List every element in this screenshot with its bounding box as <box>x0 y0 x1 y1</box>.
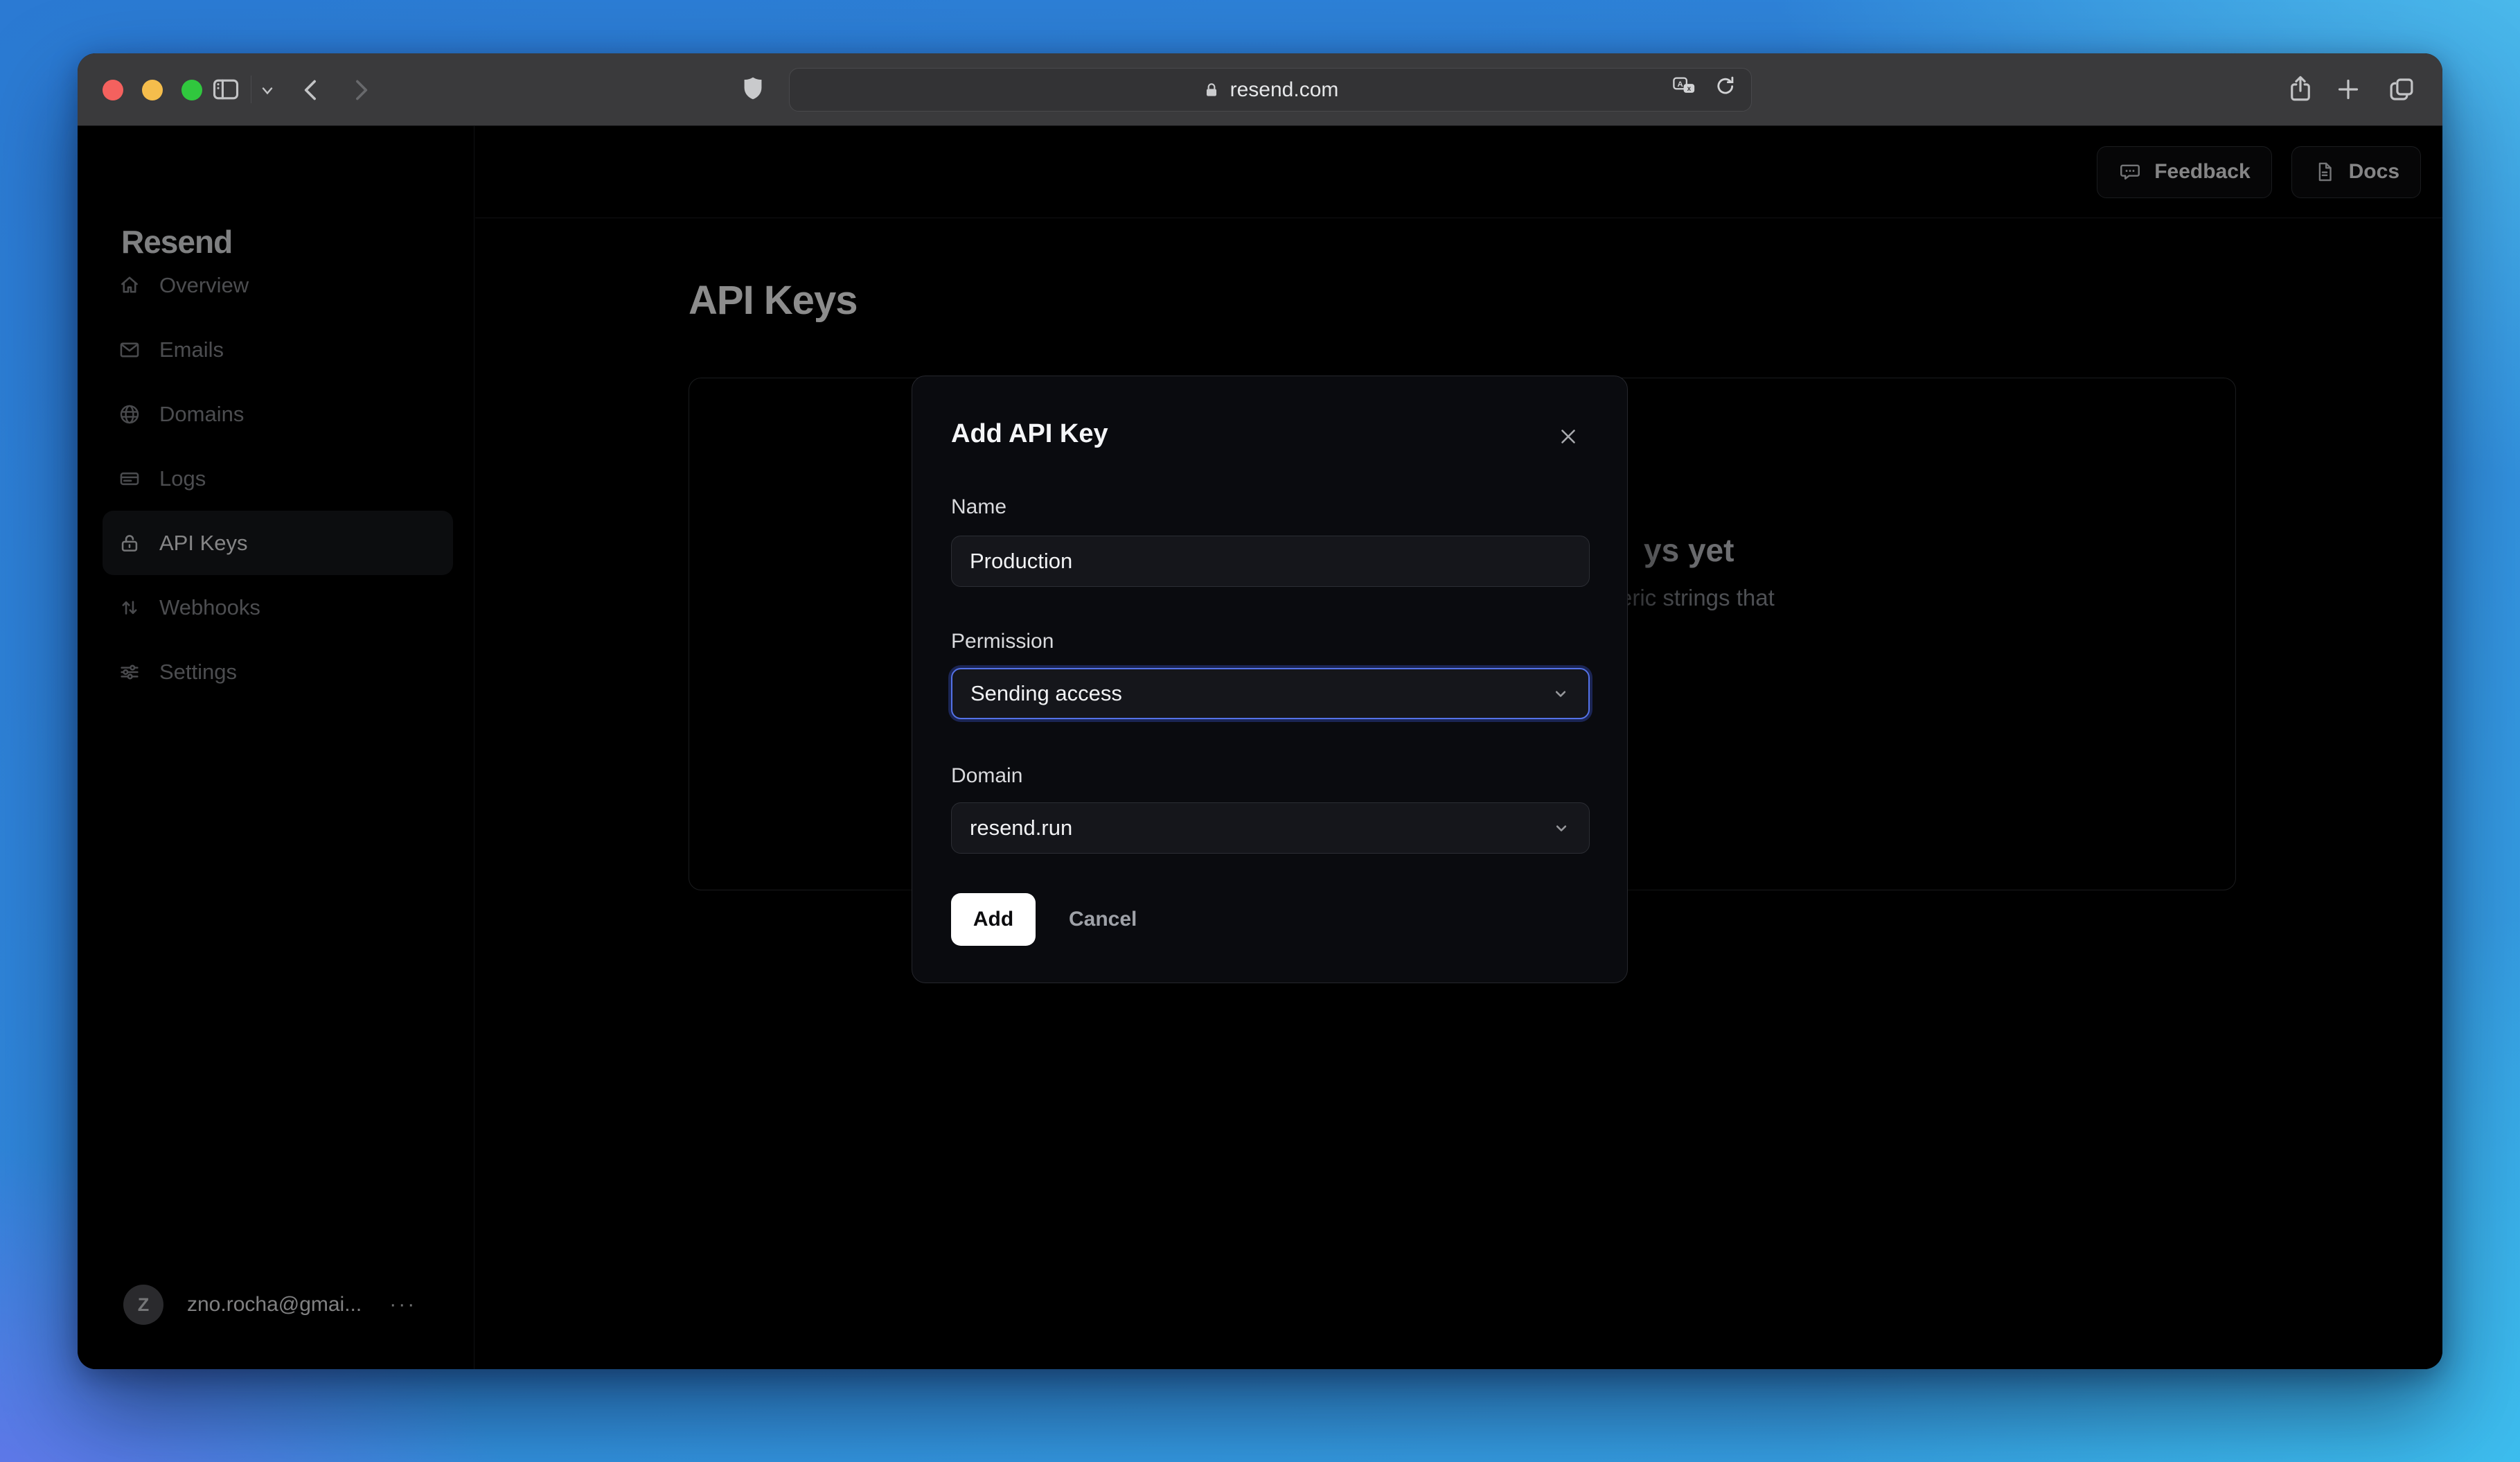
svg-text:A: A <box>1678 80 1683 89</box>
sidebar-item-label: API Keys <box>159 530 248 555</box>
speech-bubble-icon <box>2118 160 2142 184</box>
share-icon[interactable] <box>2286 74 2315 103</box>
chevron-down-icon[interactable] <box>259 82 276 99</box>
document-icon <box>2313 160 2336 184</box>
sidebar-item-logs[interactable]: Logs <box>103 446 453 511</box>
avatar[interactable]: Z <box>123 1285 163 1325</box>
sidebar-item-label: Logs <box>159 466 206 491</box>
translate-icon[interactable]: A x <box>1671 74 1698 98</box>
account-email: zno.rocha@gmai... <box>187 1293 362 1316</box>
chevron-down-icon <box>1551 684 1570 703</box>
new-tab-icon[interactable] <box>2334 76 2362 103</box>
arrows-up-down-icon <box>118 596 141 619</box>
sidebar-item-label: Overview <box>159 272 249 297</box>
forward-button-icon[interactable] <box>346 76 374 104</box>
envelope-icon <box>118 338 141 362</box>
docs-button[interactable]: Docs <box>2291 146 2421 198</box>
lock-icon <box>118 531 141 555</box>
browser-window: resend.com A x Resend Overview Emails Do… <box>78 53 2442 1369</box>
svg-text:x: x <box>1687 85 1692 93</box>
sidebar: Resend Overview Emails Domains Logs API … <box>78 126 474 1369</box>
sidebar-item-domains[interactable]: Domains <box>103 382 453 446</box>
modal-title: Add API Key <box>951 419 1108 448</box>
domain-label: Domain <box>951 764 1023 787</box>
shield-privacy-icon[interactable] <box>738 74 767 103</box>
logs-icon <box>118 467 141 491</box>
sidebar-item-label: Emails <box>159 337 224 362</box>
name-input[interactable] <box>951 536 1590 587</box>
home-icon <box>118 274 141 297</box>
permission-select[interactable]: Sending access <box>951 668 1590 719</box>
account-menu-icon[interactable]: ··· <box>389 1293 416 1316</box>
sliders-icon <box>118 660 141 684</box>
sidebar-item-label: Domains <box>159 401 245 426</box>
reload-icon[interactable] <box>1714 74 1737 98</box>
name-label: Name <box>951 495 1007 518</box>
domain-select[interactable]: resend.run <box>951 802 1590 854</box>
tabs-overview-icon[interactable] <box>2387 75 2416 104</box>
web-content: Resend Overview Emails Domains Logs API … <box>78 126 2442 1369</box>
sidebar-item-emails[interactable]: Emails <box>103 317 453 382</box>
back-button-icon[interactable] <box>298 76 326 104</box>
sidebar-toggle-icon[interactable] <box>211 74 241 105</box>
sidebar-nav: Overview Emails Domains Logs API Keys We… <box>103 253 453 704</box>
lock-icon <box>1203 81 1221 99</box>
feedback-button[interactable]: Feedback <box>2097 146 2272 198</box>
main-header: Feedback Docs <box>475 126 2442 218</box>
traffic-lights <box>103 80 202 100</box>
browser-toolbar: resend.com A x <box>78 53 2442 126</box>
globe-icon <box>118 403 141 426</box>
permission-label: Permission <box>951 630 1054 653</box>
account-row: Z zno.rocha@gmai... ··· <box>123 1285 416 1325</box>
cancel-button[interactable]: Cancel <box>1069 893 1137 946</box>
sidebar-item-overview[interactable]: Overview <box>103 253 453 317</box>
docs-label: Docs <box>2348 160 2399 183</box>
sidebar-item-settings[interactable]: Settings <box>103 640 453 704</box>
url-text: resend.com <box>1230 78 1339 101</box>
empty-state-body-fragment: eric strings that <box>1620 585 1775 610</box>
sidebar-item-webhooks[interactable]: Webhooks <box>103 575 453 640</box>
page-title: API Keys <box>689 278 858 323</box>
sidebar-item-api-keys[interactable]: API Keys <box>103 511 453 575</box>
empty-state-heading-fragment: ys yet <box>1644 532 1734 568</box>
close-icon[interactable] <box>1554 422 1583 451</box>
close-window-button[interactable] <box>103 80 123 100</box>
add-api-key-modal: Add API Key Name Permission Sending acce… <box>912 376 1628 983</box>
permission-value: Sending access <box>970 681 1122 705</box>
zoom-window-button[interactable] <box>181 80 202 100</box>
minimize-window-button[interactable] <box>142 80 163 100</box>
chevron-down-icon <box>1552 818 1571 838</box>
address-bar[interactable]: resend.com A x <box>789 68 1752 112</box>
sidebar-item-label: Settings <box>159 659 238 684</box>
add-button[interactable]: Add <box>951 893 1036 946</box>
feedback-label: Feedback <box>2154 160 2251 183</box>
sidebar-item-label: Webhooks <box>159 595 260 619</box>
domain-value: resend.run <box>970 816 1073 840</box>
